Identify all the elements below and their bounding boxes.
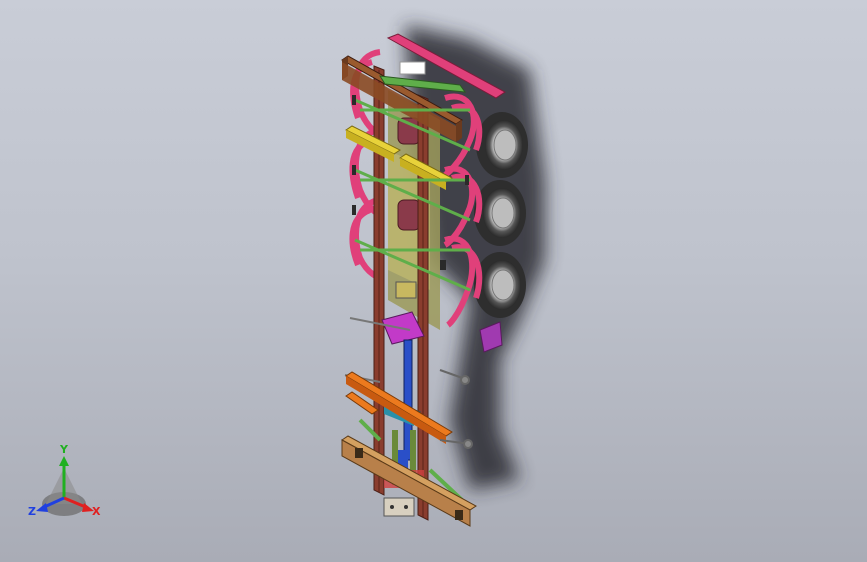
rear-plate xyxy=(383,497,415,517)
orange-crossmembers xyxy=(345,371,453,444)
z-axis-arrow xyxy=(36,503,48,512)
coordinate-triad: Y X Z xyxy=(22,444,106,526)
graphics-viewport[interactable]: Y X Z xyxy=(0,0,867,562)
y-axis-arrow xyxy=(59,456,69,466)
x-axis-label: X xyxy=(92,505,101,518)
z-axis-label: Z xyxy=(28,505,36,518)
right-tire-set xyxy=(474,112,528,318)
y-axis-label: Y xyxy=(60,443,68,456)
trailer-chassis-model[interactable] xyxy=(0,0,867,562)
